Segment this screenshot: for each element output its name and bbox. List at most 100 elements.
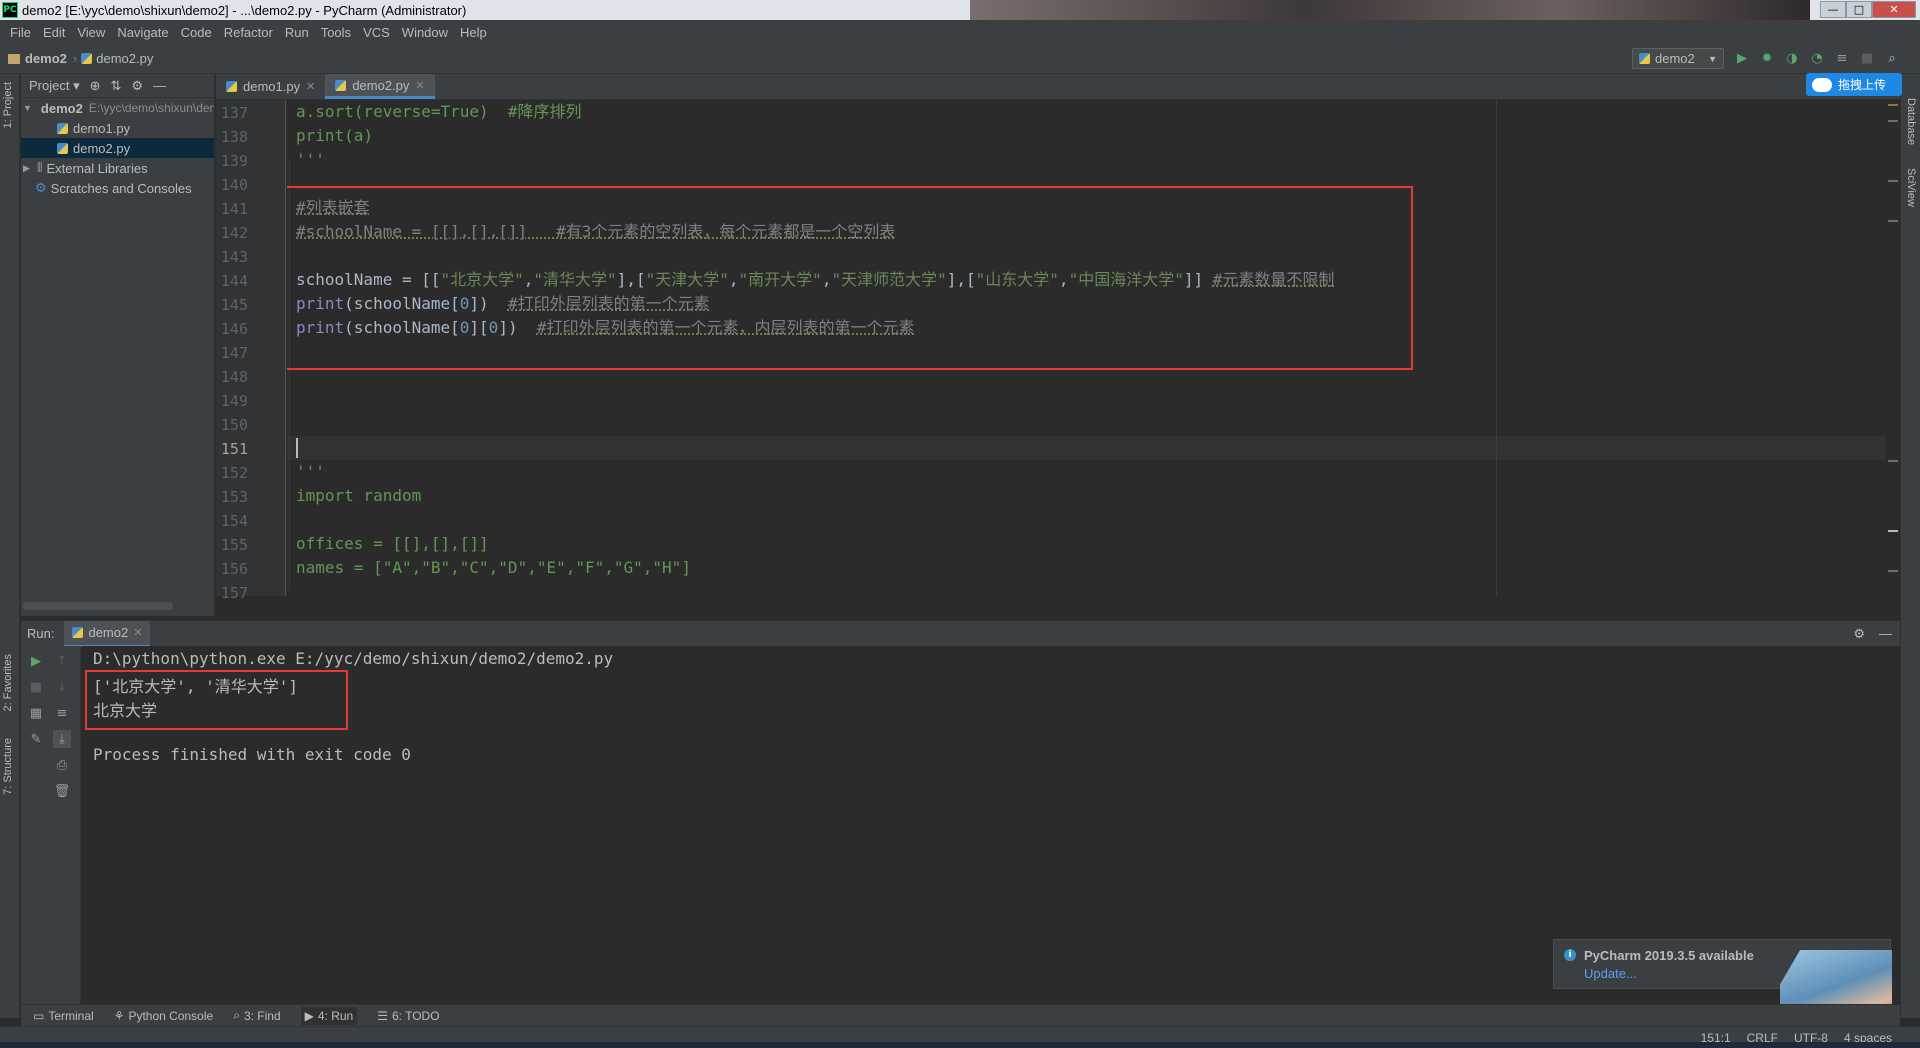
- window-title: demo2 [E:\yyc\demo\shixun\demo2] - ...\d…: [22, 2, 467, 18]
- sciview-tool-tab[interactable]: SciView: [1905, 168, 1917, 207]
- console-line: D:\python\python.exe E:/yyc/demo/shixun/…: [93, 649, 614, 668]
- line-number: 155: [220, 536, 248, 554]
- right-tool-stripe: Database SciView: [1900, 74, 1920, 1018]
- menu-code[interactable]: Code: [175, 25, 218, 40]
- line-number: 142: [220, 224, 248, 242]
- breadcrumb-project[interactable]: demo2: [8, 51, 67, 66]
- navigation-bar: demo2 › demo2.py demo2 ▼ ▶ ✹ ◑ ◔ ≡ ■ ⌕: [0, 44, 1920, 74]
- menu-run[interactable]: Run: [279, 25, 315, 40]
- list-icon: ☰: [377, 1008, 388, 1023]
- current-line-highlight: [287, 436, 1887, 460]
- soft-wrap-icon[interactable]: ≡: [53, 704, 71, 722]
- left-tool-stripe: 1: Project 2: Favorites 7: Structure: [0, 74, 20, 1018]
- line-number: 152: [220, 464, 248, 482]
- tool-find[interactable]: ⌕ 3: Find: [233, 1008, 280, 1023]
- python-file-icon: [335, 79, 347, 91]
- python-file-icon: [81, 53, 93, 64]
- highlight-box-code: [287, 186, 1413, 370]
- close-icon[interactable]: ✕: [1872, 1, 1916, 18]
- tab-demo2-py[interactable]: demo2.py ✕: [325, 74, 435, 99]
- menu-navigate[interactable]: Navigate: [111, 25, 174, 40]
- notification-title: PyCharm 2019.3.5 available: [1584, 948, 1754, 963]
- info-icon: i: [1564, 949, 1576, 961]
- debug-icon[interactable]: ✹: [1759, 50, 1775, 66]
- close-tab-icon[interactable]: ✕: [306, 80, 315, 93]
- update-link[interactable]: Update...: [1584, 966, 1637, 981]
- title-bar-wallpaper: [970, 0, 1810, 20]
- hide-icon[interactable]: —: [153, 78, 166, 93]
- database-tool-tab[interactable]: Database: [1905, 98, 1917, 145]
- menu-view[interactable]: View: [71, 25, 111, 40]
- menu-file[interactable]: File: [4, 25, 37, 40]
- baidu-upload-button[interactable]: 拖拽上传: [1806, 73, 1902, 96]
- line-number: 143: [220, 248, 248, 266]
- scroll-to-end-icon[interactable]: ⤓: [53, 730, 71, 748]
- python-console-icon: ⚘: [113, 1008, 125, 1023]
- tree-item-demo2[interactable]: ▼ demo2 E:\yyc\demo\shixun\demo2: [21, 98, 214, 118]
- pycharm-icon: PC: [2, 2, 18, 18]
- line-number: 148: [220, 368, 248, 386]
- close-tab-icon[interactable]: ✕: [133, 626, 142, 639]
- project-tool-tab[interactable]: 1: Project: [2, 82, 14, 128]
- title-bar: PC demo2 [E:\yyc\demo\shixun\demo2] - ..…: [0, 0, 1920, 20]
- tree-item-demo2-py[interactable]: demo2.py: [21, 138, 214, 158]
- collapse-icon[interactable]: ⇅: [111, 78, 122, 94]
- hide-icon[interactable]: —: [1879, 626, 1892, 642]
- maximize-icon[interactable]: □: [1846, 1, 1872, 18]
- tree-item-external-libraries[interactable]: ▶ ⫴ External Libraries: [21, 158, 214, 178]
- gear-icon[interactable]: ⚙: [131, 78, 143, 94]
- os-taskbar: [0, 1042, 1920, 1048]
- print-icon[interactable]: ⎙: [53, 756, 71, 774]
- menu-tools[interactable]: Tools: [315, 25, 357, 40]
- editor-scrollbar[interactable]: [1886, 100, 1900, 596]
- project-panel-scrollbar[interactable]: [23, 602, 173, 610]
- stop-icon[interactable]: ■: [27, 678, 45, 696]
- run-configuration-select[interactable]: demo2 ▼: [1632, 48, 1724, 69]
- arrow-down-icon[interactable]: ↓: [53, 678, 71, 696]
- run-tab-demo2[interactable]: demo2 ✕: [64, 620, 151, 647]
- gear-icon[interactable]: ⚙: [1853, 626, 1865, 642]
- pin-icon[interactable]: ✎: [27, 730, 45, 748]
- line-number: 147: [220, 344, 248, 362]
- rerun-icon[interactable]: ▶: [27, 652, 45, 670]
- python-file-icon: [72, 627, 84, 638]
- tab-demo1-py[interactable]: demo1.py ✕: [216, 74, 325, 99]
- line-number: 149: [220, 392, 248, 410]
- project-view-select[interactable]: Project ▾: [29, 78, 80, 94]
- code-line-138: print(a): [296, 126, 374, 145]
- run-icon[interactable]: ▶: [1734, 50, 1750, 66]
- tree-item-scratches[interactable]: ⚙ Scratches and Consoles: [21, 178, 214, 198]
- tree-item-demo1-py[interactable]: demo1.py: [21, 118, 214, 138]
- minimize-icon[interactable]: —: [1820, 1, 1846, 18]
- stop-icon[interactable]: ■: [1859, 50, 1875, 66]
- menu-help[interactable]: Help: [454, 25, 493, 40]
- structure-tool-tab[interactable]: 7: Structure: [2, 738, 14, 795]
- close-tab-icon[interactable]: ✕: [415, 79, 424, 92]
- window-controls: — □ ✕: [1820, 1, 1916, 18]
- code-editor[interactable]: a.sort(reverse=True) #降序排列 print(a) ''' …: [287, 100, 1887, 596]
- tool-run[interactable]: ▶ 4: Run: [300, 1006, 358, 1025]
- tool-terminal[interactable]: ▭ Terminal: [33, 1009, 94, 1023]
- tool-todo[interactable]: ☰ 6: TODO: [377, 1009, 439, 1023]
- code-line-139: ''': [296, 150, 325, 169]
- coverage-icon[interactable]: ◑: [1784, 50, 1800, 66]
- search-icon[interactable]: ⌕: [1884, 50, 1900, 66]
- arrow-up-icon[interactable]: ↑: [53, 652, 71, 670]
- favorites-tool-tab[interactable]: 2: Favorites: [2, 654, 14, 711]
- run-panel-header: Run: demo2 ✕ ⚙ —: [21, 620, 1900, 647]
- breadcrumb-file[interactable]: › demo2.py: [73, 51, 153, 66]
- menu-window[interactable]: Window: [396, 25, 454, 40]
- build-icon[interactable]: ≡: [1834, 50, 1850, 66]
- line-number: 145: [220, 296, 248, 314]
- tool-python-console[interactable]: ⚘ Python Console: [114, 1009, 214, 1023]
- menu-edit[interactable]: Edit: [37, 25, 71, 40]
- chevron-right-icon: ▶: [23, 162, 30, 173]
- trash-icon[interactable]: 🗑: [53, 782, 71, 800]
- profile-icon[interactable]: ◔: [1809, 50, 1825, 66]
- menu-refactor[interactable]: Refactor: [218, 25, 279, 40]
- locate-icon[interactable]: ⊕: [90, 78, 101, 94]
- line-number: 138: [220, 128, 248, 146]
- line-number-current: 151: [220, 440, 248, 458]
- menu-vcs[interactable]: VCS: [357, 25, 396, 40]
- layout-icon[interactable]: ▦: [27, 704, 45, 722]
